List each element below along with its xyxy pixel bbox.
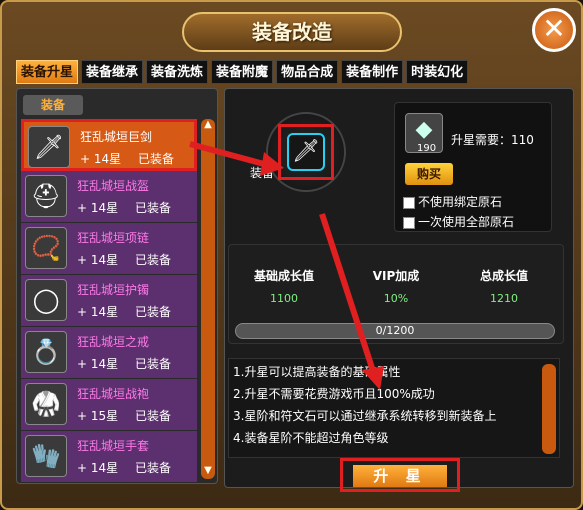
arrow-head-button: [362, 366, 384, 390]
arrow-head-slot: [260, 152, 284, 176]
equipment-modify-window: 装备改造 ✕ 装备升星 装备继承 装备洗炼 装备附魔 物品合成 装备制作 时装幻…: [0, 0, 583, 510]
arrow-to-slot: [189, 141, 265, 167]
annotation-arrows: [189, 141, 384, 390]
arrow-to-button: [319, 213, 377, 375]
